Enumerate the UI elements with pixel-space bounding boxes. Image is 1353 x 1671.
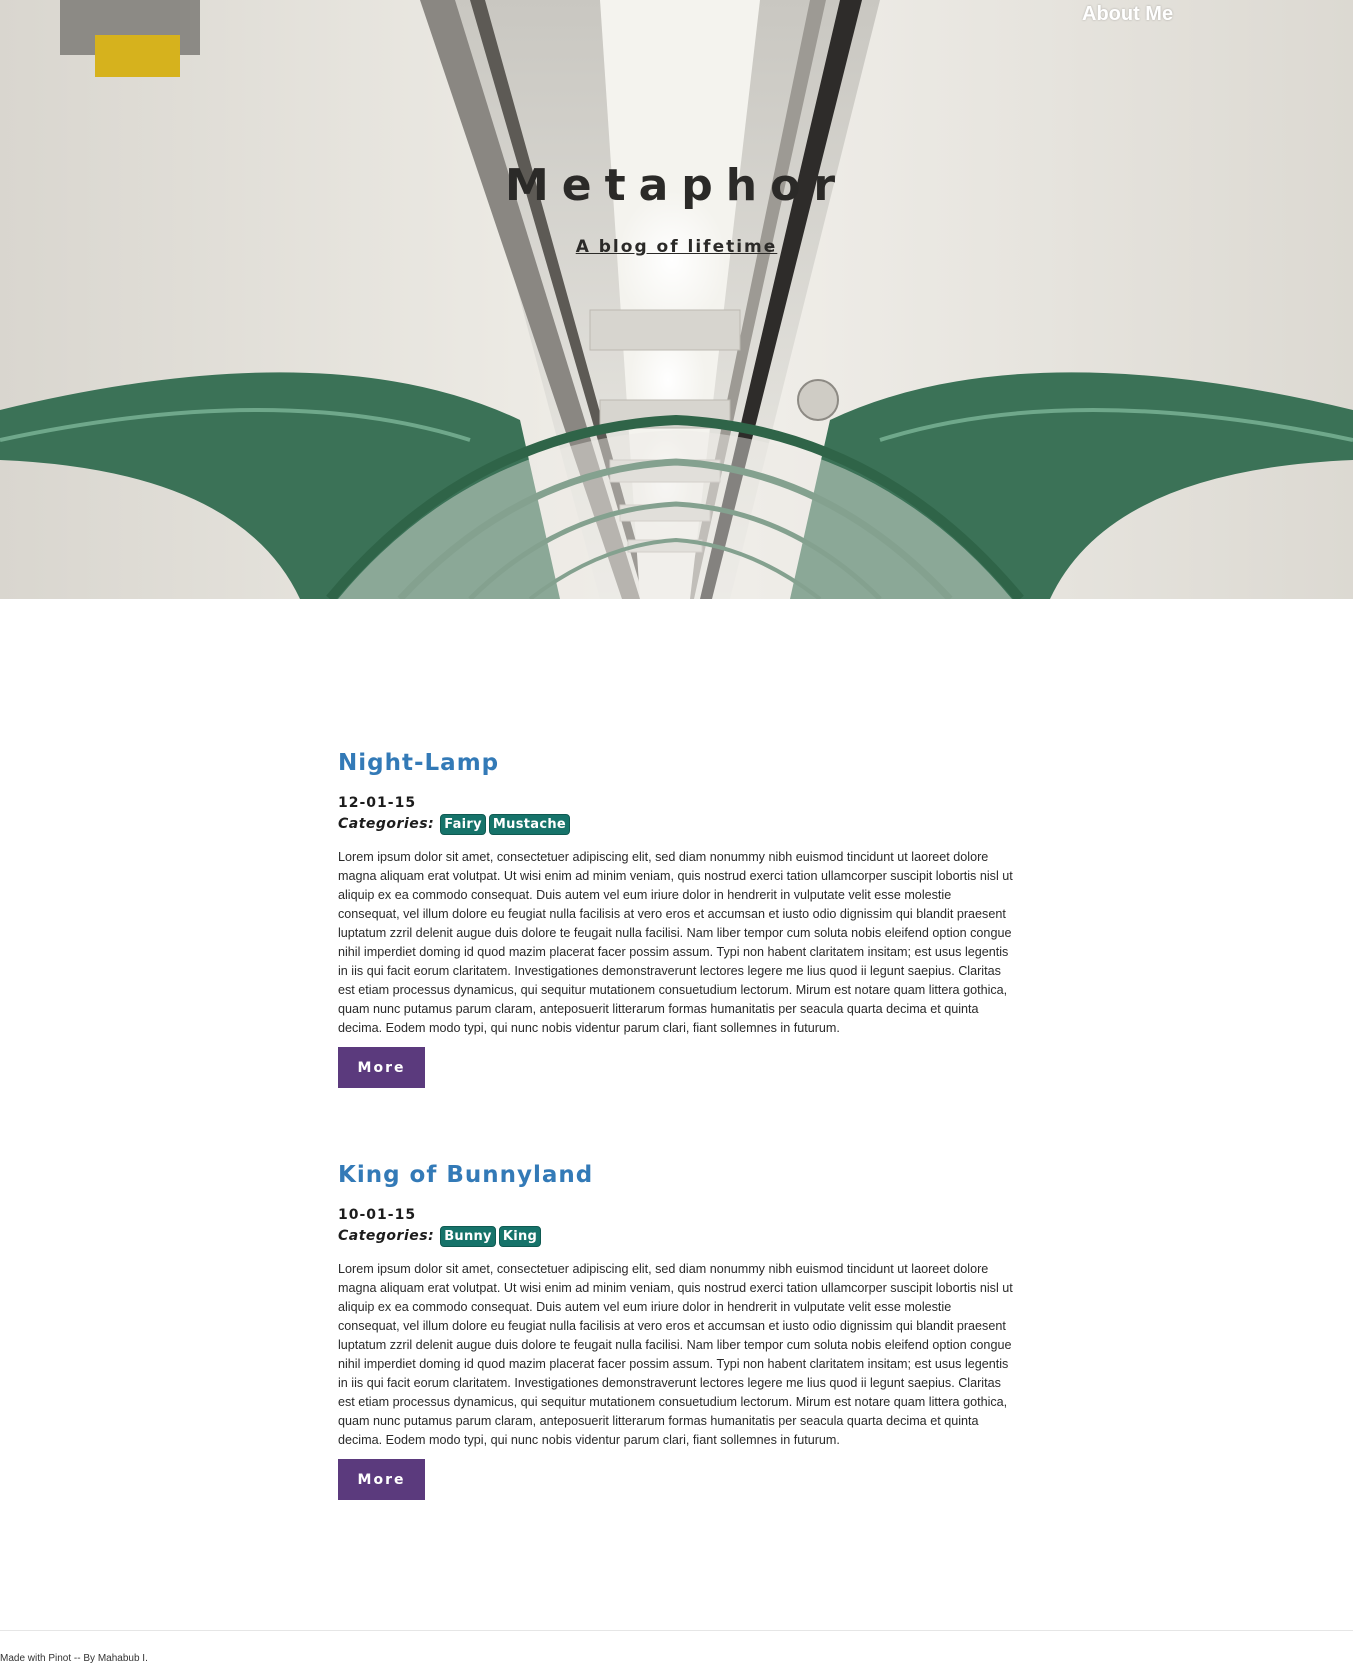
category-tag[interactable]: Fairy [440,813,486,835]
post-item: King of Bunnyland 10-01-15 Categories: B… [338,1157,1016,1500]
more-button[interactable]: More [338,1047,425,1088]
categories-label: Categories: [338,1228,435,1244]
category-tag[interactable]: King [498,1225,542,1247]
more-button[interactable]: More [338,1459,425,1500]
post-categories: Categories: Bunny King [338,1225,1016,1247]
footer-credit: Made with Pinot -- By Mahabub I. [0,1653,148,1664]
category-tag[interactable]: Bunny [440,1225,496,1247]
page: About Me Metaphor A blog of lifetime Nig… [0,0,1353,1671]
categories-label: Categories: [338,816,435,832]
post-title-link[interactable]: Night-Lamp [338,745,1016,781]
category-tag[interactable]: Mustache [488,813,571,835]
post-date: 12-01-15 [338,795,417,811]
post-item: Night-Lamp 12-01-15 Categories: Fairy Mu… [338,745,1016,1088]
footer-divider [0,1630,1353,1631]
hero-header: About Me Metaphor A blog of lifetime [0,0,1353,599]
post-categories: Categories: Fairy Mustache [338,813,1016,835]
hero-background-image [0,0,1353,599]
nav-about-me-link[interactable]: About Me [1082,3,1173,26]
post-excerpt: Lorem ipsum dolor sit amet, consectetuer… [338,1262,1013,1447]
post-title-link[interactable]: King of Bunnyland [338,1157,1016,1193]
site-title: Metaphor [504,160,849,211]
post-date: 10-01-15 [338,1207,417,1223]
post-excerpt: Lorem ipsum dolor sit amet, consectetuer… [338,850,1013,1035]
site-tagline[interactable]: A blog of lifetime [0,237,1353,257]
